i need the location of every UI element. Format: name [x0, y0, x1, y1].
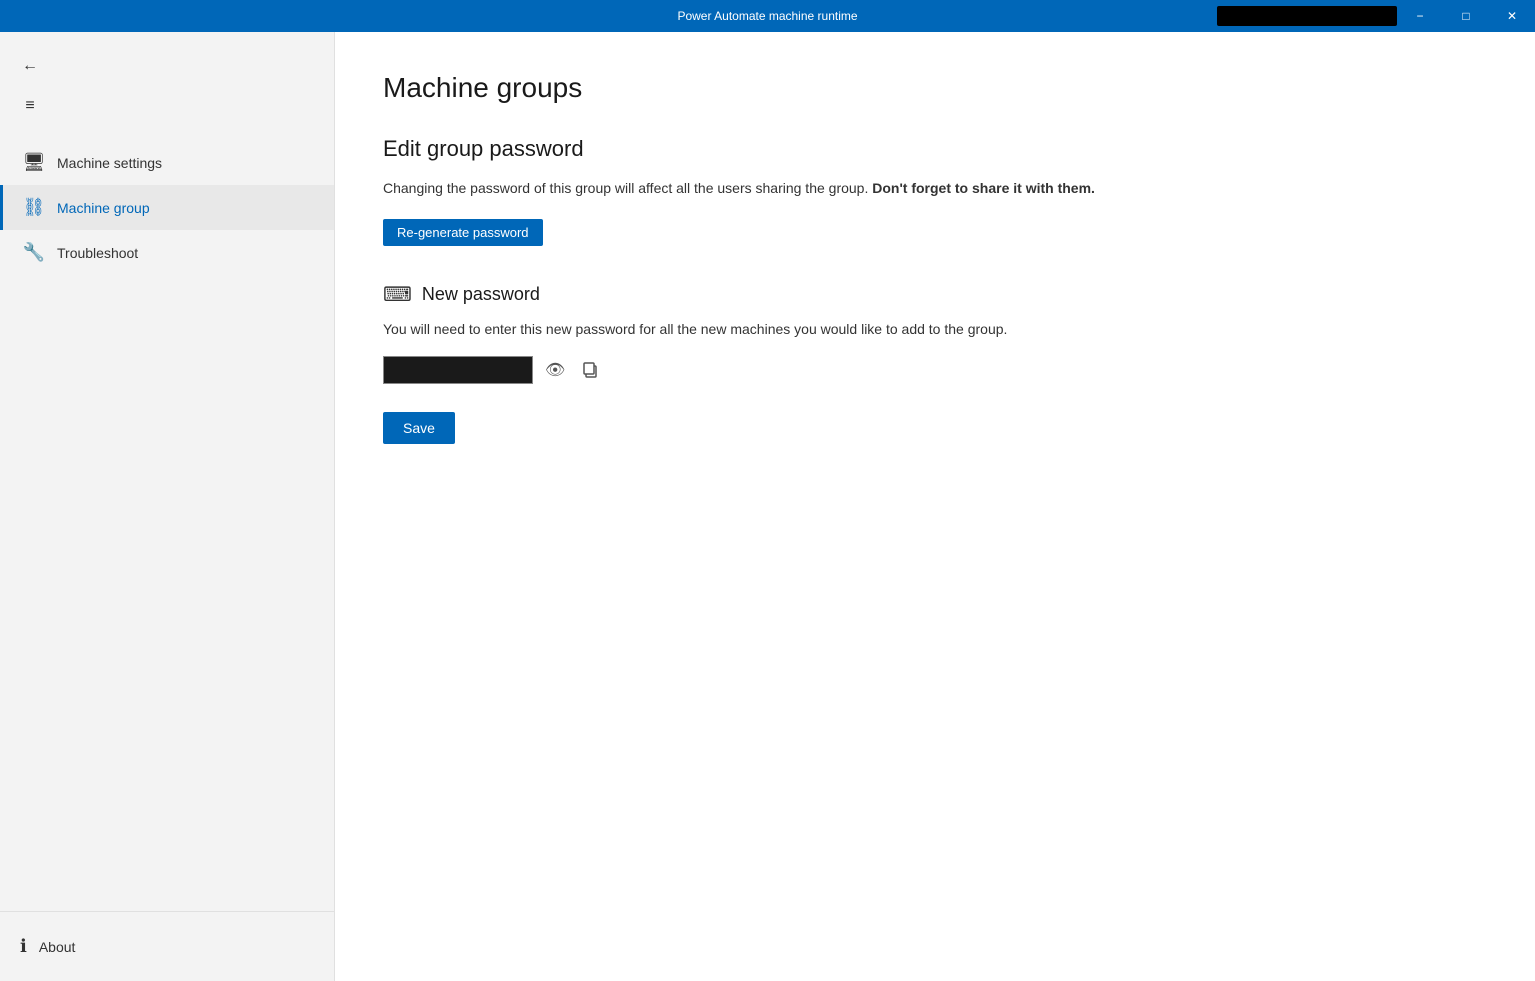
- copy-icon: [581, 361, 599, 379]
- new-password-section: ⌨ New password You will need to enter th…: [383, 282, 1487, 384]
- machine-settings-icon: 🖥: [23, 152, 45, 173]
- minimize-button[interactable]: −: [1397, 0, 1443, 32]
- edit-description-bold: Don't forget to share it with them.: [872, 180, 1095, 196]
- new-password-title: New password: [422, 284, 540, 305]
- sidebar-item-label-machine-settings: Machine settings: [57, 155, 162, 171]
- password-field-row: 👁: [383, 356, 1487, 384]
- sidebar-top: ← ≡: [0, 32, 334, 132]
- about-icon: ℹ: [20, 936, 27, 957]
- maximize-button[interactable]: □: [1443, 0, 1489, 32]
- close-button[interactable]: ✕: [1489, 0, 1535, 32]
- regen-password-button[interactable]: Re-generate password: [383, 219, 543, 246]
- password-value-display: [383, 356, 533, 384]
- copy-password-button[interactable]: [577, 357, 603, 383]
- sidebar-item-label-troubleshoot: Troubleshoot: [57, 245, 138, 261]
- sidebar-item-troubleshoot[interactable]: 🔧 Troubleshoot: [0, 230, 334, 275]
- edit-description: Changing the password of this group will…: [383, 178, 1487, 199]
- edit-section-title: Edit group password: [383, 136, 1487, 162]
- sidebar: ← ≡ 🖥 Machine settings ⛓ Machine group 🔧…: [0, 32, 335, 981]
- sidebar-item-label-machine-group: Machine group: [57, 200, 150, 216]
- save-button[interactable]: Save: [383, 412, 455, 444]
- sidebar-item-machine-settings[interactable]: 🖥 Machine settings: [0, 140, 334, 185]
- sidebar-nav: 🖥 Machine settings ⛓ Machine group 🔧 Tro…: [0, 132, 334, 911]
- app-container: ← ≡ 🖥 Machine settings ⛓ Machine group 🔧…: [0, 32, 1535, 981]
- app-title: Power Automate machine runtime: [677, 9, 857, 23]
- page-title: Machine groups: [383, 72, 1487, 104]
- edit-description-text: Changing the password of this group will…: [383, 180, 868, 196]
- menu-button[interactable]: ≡: [12, 88, 48, 124]
- about-item[interactable]: ℹ About: [20, 928, 314, 965]
- back-button[interactable]: ←: [12, 48, 48, 84]
- title-bar: Power Automate machine runtime − □ ✕: [0, 0, 1535, 32]
- machine-group-icon: ⛓: [23, 197, 45, 218]
- redacted-area: [1217, 6, 1397, 26]
- troubleshoot-icon: 🔧: [23, 242, 45, 263]
- main-content: Machine groups Edit group password Chang…: [335, 32, 1535, 981]
- password-description: You will need to enter this new password…: [383, 319, 1487, 340]
- show-password-button[interactable]: 👁: [541, 356, 569, 384]
- sidebar-bottom: ℹ About: [0, 911, 334, 981]
- password-dots-icon: ⌨: [383, 282, 412, 307]
- sidebar-item-machine-group[interactable]: ⛓ Machine group: [0, 185, 334, 230]
- about-label: About: [39, 939, 76, 955]
- new-password-header: ⌨ New password: [383, 282, 1487, 307]
- window-controls: − □ ✕: [1397, 0, 1535, 32]
